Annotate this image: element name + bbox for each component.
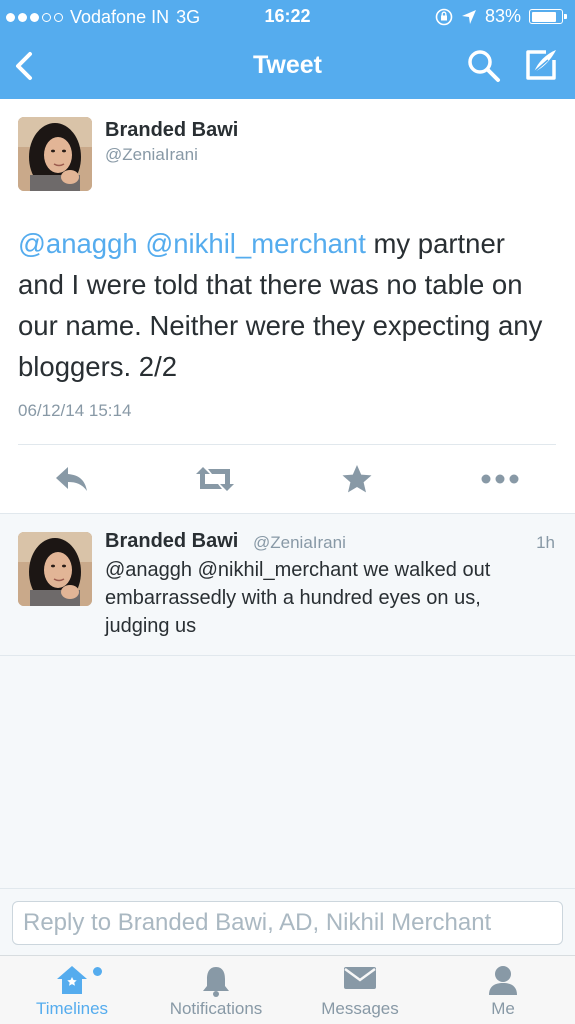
reply-time: 1h [536,533,555,552]
status-bar: Vodafone IN 3G 16:22 83% [0,0,575,34]
location-arrow-icon [461,9,476,24]
battery-icon [529,9,567,24]
reply-author-name[interactable]: Branded Bawi [105,530,238,553]
reply-text: @anaggh @nikhil_merchant we walked out e… [105,559,491,637]
mention-link[interactable]: @nikhil_merchant [145,228,366,259]
avatar-photo [18,117,92,191]
tab-label: Me [491,999,515,1018]
reply-tweet[interactable]: Branded Bawi @ZeniaIrani 1h @anaggh @nik… [0,513,575,656]
author-handle[interactable]: @ZeniaIrani [105,145,198,165]
retweet-button[interactable] [193,461,237,497]
tab-timelines[interactable]: Timelines [0,956,144,1024]
unread-dot [93,967,102,976]
tab-messages[interactable]: Messages [288,956,432,1024]
envelope-icon [344,967,376,989]
more-button[interactable] [478,461,522,497]
bell-icon [203,967,229,997]
tab-label: Timelines [35,999,109,1018]
tab-label: Messages [321,999,399,1018]
star-icon [342,465,372,493]
status-right: 83% [435,6,567,27]
tweet-text: @anaggh @nikhil_merchant my partner and … [18,223,558,387]
author-name[interactable]: Branded Bawi [105,119,238,142]
top-bar: Vodafone IN 3G 16:22 83% Tweet [0,0,575,99]
reply-bar [0,888,575,955]
avatar-photo [18,532,92,606]
avatar[interactable] [18,117,92,191]
reply-author-handle[interactable]: @ZeniaIrani [253,533,346,553]
rotation-lock-icon [435,8,453,25]
compose-icon[interactable] [522,46,560,84]
tweet-actions [0,457,575,501]
reply-icon [56,467,87,491]
tweet-timestamp: 06/12/14 15:14 [18,401,132,420]
reply-button[interactable] [50,461,94,497]
reply-input[interactable] [12,901,563,945]
home-icon [57,966,87,994]
tab-bar: Timelines Notifications Messages Me [0,955,575,1024]
main-tweet: Branded Bawi @ZeniaIrani @anaggh @nikhil… [0,99,575,513]
favorite-button[interactable] [335,461,379,497]
nav-bar: Tweet [0,34,575,99]
retweet-icon [196,467,234,491]
mention-link[interactable]: @anaggh [18,228,138,259]
more-icon [481,474,519,484]
battery-percent: 83% [484,6,521,26]
person-icon [489,966,517,995]
avatar[interactable] [18,532,92,606]
battery-fill [531,11,556,22]
tab-me[interactable]: Me [431,956,575,1024]
tab-label: Notifications [169,999,263,1018]
search-icon[interactable] [466,48,502,84]
divider [18,444,556,445]
tab-notifications[interactable]: Notifications [144,956,288,1024]
